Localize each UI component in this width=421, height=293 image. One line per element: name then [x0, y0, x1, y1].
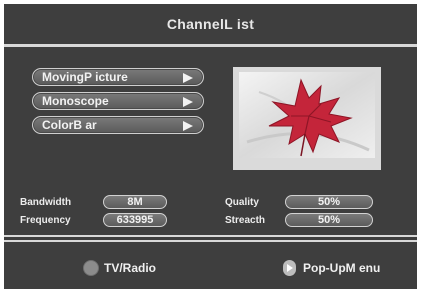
page-title: ChannelL ist — [166, 16, 255, 32]
preview-image — [239, 72, 375, 158]
popup-menu-button[interactable]: Pop-UpM enu — [283, 260, 380, 276]
menu-item-label: Monoscope — [42, 94, 109, 108]
footer-divider-bottom — [4, 240, 417, 242]
frequency-value: 633995 — [103, 213, 167, 227]
frequency-label: Frequency — [20, 215, 71, 226]
bandwidth-label: Bandwidth — [20, 197, 72, 208]
preview-window — [233, 67, 381, 170]
menu-item-label: MovingP icture — [42, 70, 128, 84]
quality-label: Quality — [225, 197, 259, 208]
footer-divider-top — [4, 235, 417, 237]
menu-item-label: ColorB ar — [42, 118, 97, 132]
tv-radio-label: TV/Radio — [104, 261, 157, 275]
menu-item-color-bar[interactable]: ColorB ar — [32, 116, 204, 134]
quality-value: 50% — [285, 195, 373, 209]
circle-button-icon — [83, 260, 99, 276]
popup-menu-label: Pop-UpM enu — [303, 261, 381, 275]
play-arrow-icon — [283, 260, 296, 276]
streacth-value: 50% — [285, 213, 373, 227]
title-divider — [4, 44, 417, 47]
play-arrow-icon — [183, 97, 193, 107]
tv-radio-button[interactable]: TV/Radio — [83, 260, 156, 276]
menu-item-moving-picture[interactable]: MovingP icture — [32, 68, 204, 86]
pattern-menu: MovingP icture Monoscope ColorB ar — [32, 68, 204, 140]
maple-leaf-picture — [239, 72, 375, 158]
play-arrow-icon — [183, 121, 193, 131]
bandwidth-value: 8M — [103, 195, 167, 209]
menu-item-monoscope[interactable]: Monoscope — [32, 92, 204, 110]
channel-list-screen: ChannelL ist MovingP icture Monoscope Co… — [4, 4, 417, 289]
play-arrow-icon — [183, 73, 193, 83]
streacth-label: Streacth — [225, 215, 266, 226]
